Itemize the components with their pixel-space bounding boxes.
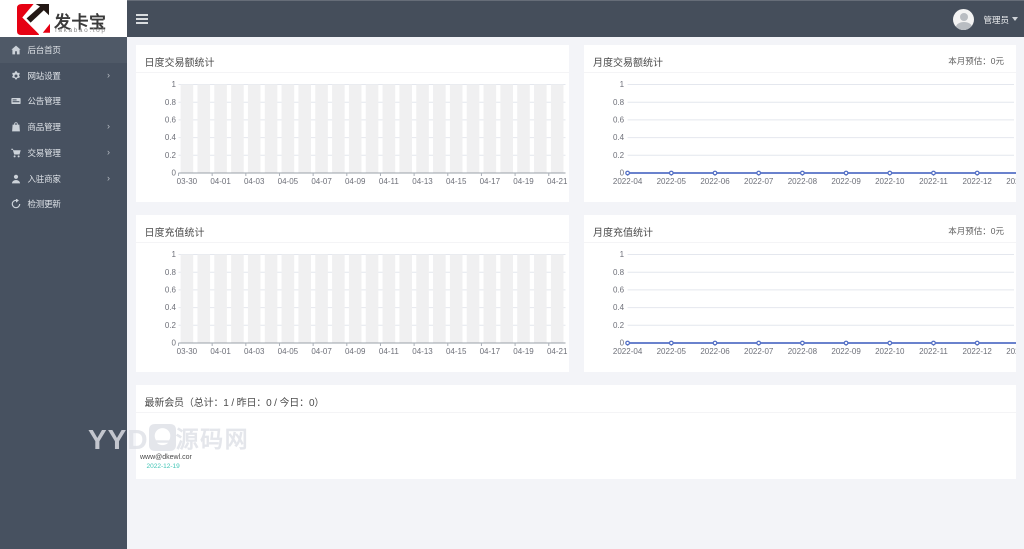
svg-text:0.8: 0.8 xyxy=(164,268,176,277)
svg-text:2022-05: 2022-05 xyxy=(657,347,687,356)
svg-text:2022-11: 2022-11 xyxy=(919,347,948,356)
svg-text:1: 1 xyxy=(620,80,625,89)
svg-text:2022-08: 2022-08 xyxy=(788,347,818,356)
svg-text:04-13: 04-13 xyxy=(412,347,433,356)
svg-text:2022-07: 2022-07 xyxy=(744,347,774,356)
svg-text:2022-06: 2022-06 xyxy=(700,177,730,186)
svg-text:0.4: 0.4 xyxy=(613,133,625,142)
svg-text:0.4: 0.4 xyxy=(613,303,625,312)
svg-text:2022-06: 2022-06 xyxy=(700,347,730,356)
svg-text:0.6: 0.6 xyxy=(164,286,176,295)
svg-text:03-30: 03-30 xyxy=(176,177,197,186)
svg-text:04-19: 04-19 xyxy=(513,347,534,356)
svg-text:04-19: 04-19 xyxy=(513,177,534,186)
svg-text:1: 1 xyxy=(171,250,176,259)
svg-text:0.2: 0.2 xyxy=(613,151,625,160)
svg-text:2022-11: 2022-11 xyxy=(919,177,948,186)
svg-text:04-15: 04-15 xyxy=(445,177,466,186)
svg-text:04-17: 04-17 xyxy=(479,177,500,186)
svg-text:2022-10: 2022-10 xyxy=(875,177,905,186)
svg-text:2023-01: 2023-01 xyxy=(1006,177,1016,186)
svg-text:04-09: 04-09 xyxy=(344,177,365,186)
svg-text:2022-09: 2022-09 xyxy=(831,347,861,356)
svg-text:04-01: 04-01 xyxy=(210,177,231,186)
svg-text:0.8: 0.8 xyxy=(613,98,625,107)
svg-text:2022-08: 2022-08 xyxy=(788,177,818,186)
svg-text:2022-05: 2022-05 xyxy=(657,177,687,186)
svg-text:0.8: 0.8 xyxy=(613,268,625,277)
svg-text:04-21: 04-21 xyxy=(546,347,567,356)
svg-text:04-05: 04-05 xyxy=(277,177,298,186)
svg-text:04-17: 04-17 xyxy=(479,347,500,356)
svg-text:04-05: 04-05 xyxy=(277,347,298,356)
svg-text:0.2: 0.2 xyxy=(164,151,176,160)
svg-text:2022-04: 2022-04 xyxy=(613,347,643,356)
svg-text:04-11: 04-11 xyxy=(378,177,398,186)
svg-text:04-07: 04-07 xyxy=(311,177,332,186)
svg-text:04-11: 04-11 xyxy=(378,347,398,356)
svg-text:04-21: 04-21 xyxy=(546,177,567,186)
svg-text:2022-09: 2022-09 xyxy=(831,177,861,186)
svg-text:2022-12: 2022-12 xyxy=(963,177,993,186)
svg-text:04-09: 04-09 xyxy=(344,347,365,356)
svg-text:04-03: 04-03 xyxy=(243,177,264,186)
svg-text:04-15: 04-15 xyxy=(445,347,466,356)
svg-text:0.6: 0.6 xyxy=(613,116,625,125)
svg-text:03-30: 03-30 xyxy=(176,347,197,356)
svg-text:2022-07: 2022-07 xyxy=(744,177,774,186)
svg-text:2023-01: 2023-01 xyxy=(1006,347,1016,356)
svg-text:0.6: 0.6 xyxy=(613,286,625,295)
svg-text:2022-10: 2022-10 xyxy=(875,347,905,356)
svg-text:04-07: 04-07 xyxy=(311,347,332,356)
svg-text:2022-12: 2022-12 xyxy=(963,347,993,356)
svg-text:0.2: 0.2 xyxy=(613,321,625,330)
svg-text:2022-04: 2022-04 xyxy=(613,177,643,186)
svg-text:04-13: 04-13 xyxy=(412,177,433,186)
svg-text:1: 1 xyxy=(171,80,176,89)
svg-text:04-03: 04-03 xyxy=(243,347,264,356)
svg-text:0.6: 0.6 xyxy=(164,116,176,125)
svg-text:04-01: 04-01 xyxy=(210,347,231,356)
svg-text:0.4: 0.4 xyxy=(164,133,176,142)
svg-text:0.2: 0.2 xyxy=(164,321,176,330)
svg-text:0.8: 0.8 xyxy=(164,98,176,107)
svg-text:1: 1 xyxy=(620,250,625,259)
svg-text:0.4: 0.4 xyxy=(164,303,176,312)
